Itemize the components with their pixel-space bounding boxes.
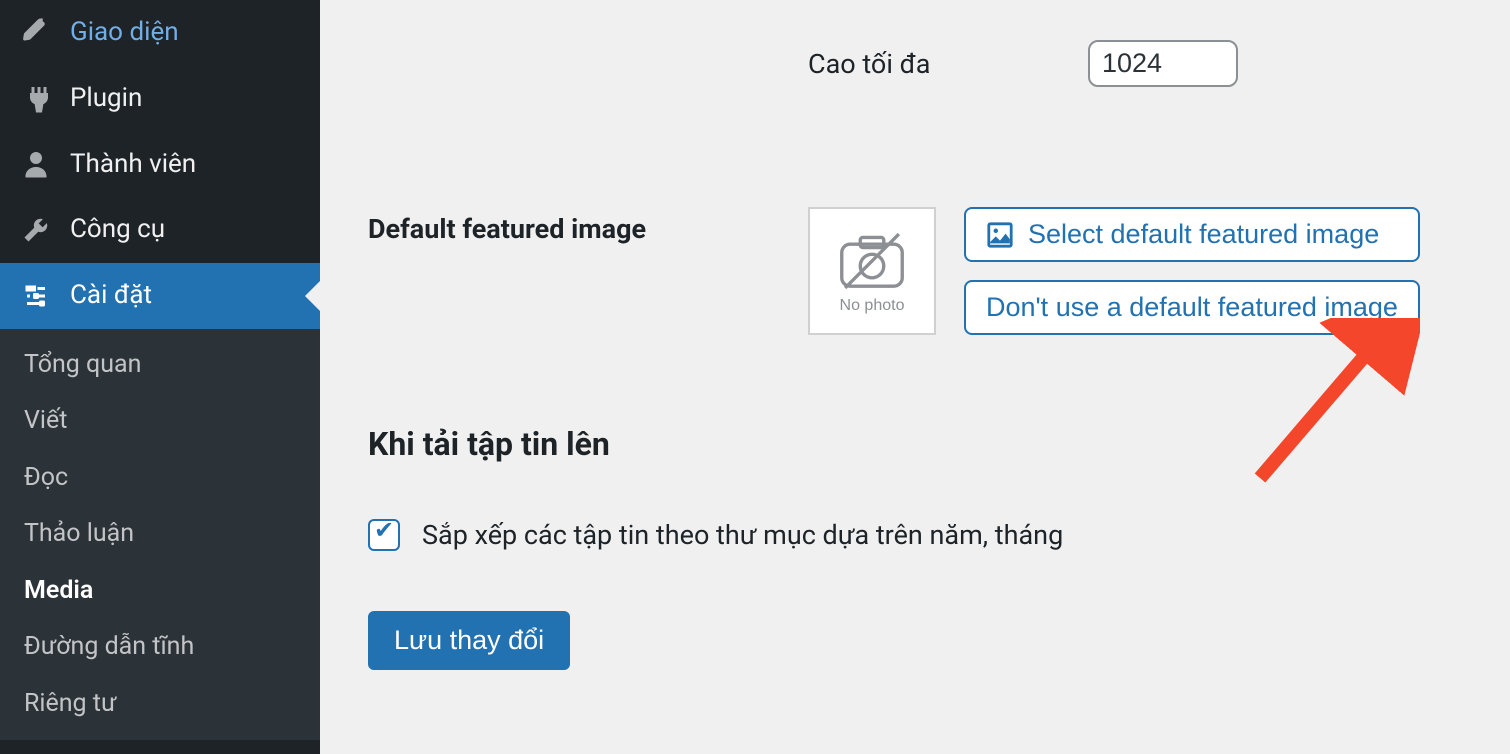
submenu-item-general[interactable]: Tổng quan — [0, 337, 320, 394]
upload-section-title: Khi tải tập tin lên — [368, 425, 1462, 463]
sidebar-item-appearance[interactable]: Giao diện — [0, 0, 320, 66]
save-changes-button[interactable]: Lưu thay đổi — [368, 611, 570, 670]
plugin-icon — [20, 83, 52, 115]
sidebar-item-settings[interactable]: Cài đặt — [0, 263, 320, 329]
users-icon — [20, 148, 52, 180]
submenu-item-media[interactable]: Media — [0, 563, 320, 620]
sidebar-item-label: Công cụ — [70, 213, 300, 247]
submenu-item-reading[interactable]: Đọc — [0, 450, 320, 507]
organize-by-date-checkbox[interactable] — [368, 519, 400, 551]
no-photo-label: No photo — [840, 297, 905, 315]
select-default-featured-button[interactable]: Select default featured image — [964, 207, 1420, 262]
no-photo-icon — [830, 227, 914, 295]
submenu-item-privacy[interactable]: Riêng tư — [0, 676, 320, 733]
settings-icon — [20, 280, 52, 312]
max-height-input[interactable] — [1088, 40, 1238, 87]
dont-use-default-featured-button[interactable]: Don't use a default featured image — [964, 280, 1420, 335]
admin-sidebar: Giao diện Plugin Thành viên Công cụ Cài … — [0, 0, 320, 754]
annotation-arrow — [1240, 318, 1420, 498]
featured-image-label: Default featured image — [368, 207, 808, 245]
sidebar-item-label: Cài đặt — [70, 279, 300, 313]
sidebar-item-tools[interactable]: Công cụ — [0, 197, 320, 263]
sidebar-item-label: Thành viên — [70, 148, 300, 182]
settings-content: Cao tối đa Default featured image No pho… — [320, 0, 1510, 754]
settings-submenu: Tổng quan Viết Đọc Thảo luận Media Đường… — [0, 329, 320, 741]
featured-image-thumbnail: No photo — [808, 207, 936, 335]
max-height-label: Cao tối đa — [808, 48, 1088, 80]
sidebar-item-label: Giao diện — [70, 16, 300, 50]
submenu-item-permalinks[interactable]: Đường dẫn tĩnh — [0, 619, 320, 676]
organize-by-date-label: Sắp xếp các tập tin theo thư mục dựa trê… — [422, 519, 1063, 551]
select-default-featured-label: Select default featured image — [1028, 219, 1379, 250]
submenu-item-writing[interactable]: Viết — [0, 393, 320, 450]
submenu-item-discussion[interactable]: Thảo luận — [0, 506, 320, 563]
tools-icon — [20, 214, 52, 246]
sidebar-item-label: Plugin — [70, 82, 300, 116]
dont-use-default-featured-label: Don't use a default featured image — [986, 292, 1398, 323]
sidebar-item-users[interactable]: Thành viên — [0, 132, 320, 198]
sidebar-item-plugins[interactable]: Plugin — [0, 66, 320, 132]
appearance-icon — [20, 17, 52, 49]
